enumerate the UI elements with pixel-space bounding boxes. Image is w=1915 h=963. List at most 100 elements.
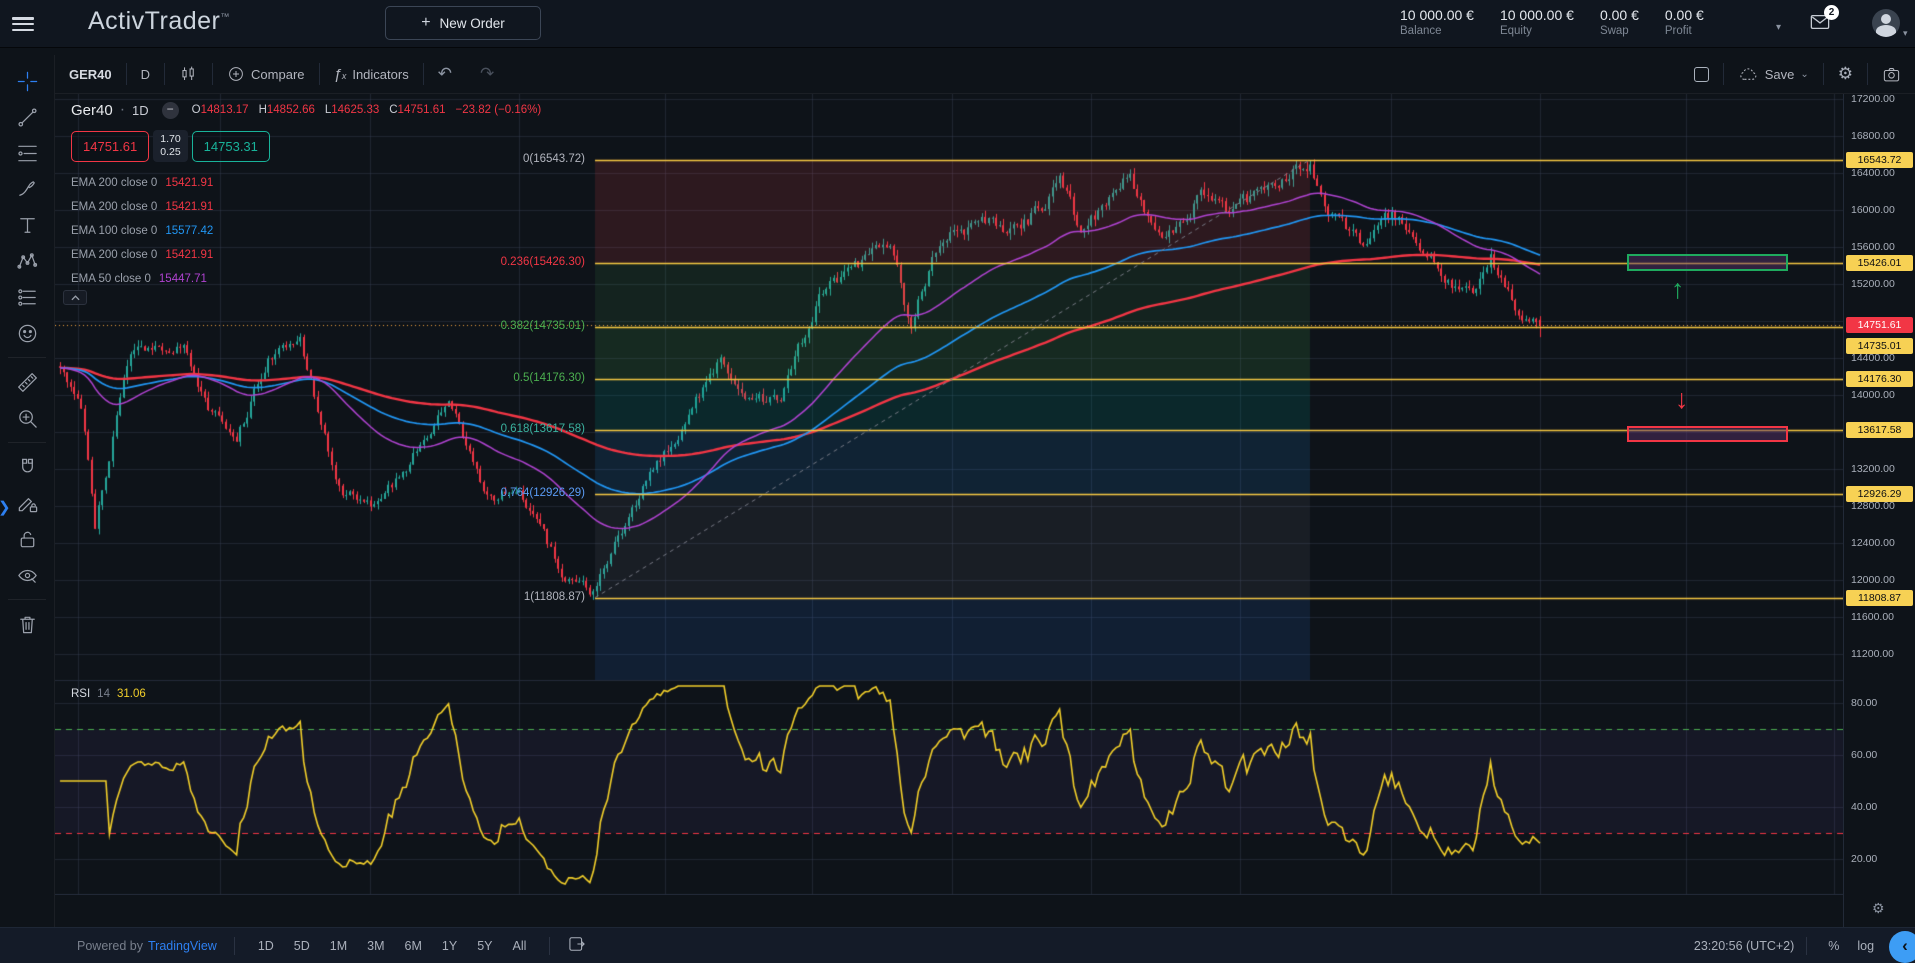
range-3m[interactable]: 3M xyxy=(361,936,390,956)
stat-value: 10 000.00 € xyxy=(1500,7,1574,23)
undo-icon[interactable]: ↶ xyxy=(424,55,466,93)
log-scale-button[interactable]: log xyxy=(1848,939,1883,953)
collapse-symbol-icon[interactable]: − xyxy=(162,102,179,119)
price-axis-label: 16000.00 xyxy=(1851,204,1895,216)
chevron-down-icon[interactable]: ▾ xyxy=(1776,22,1781,33)
drawing-arrow-up[interactable]: ↑ xyxy=(1671,276,1685,303)
magnet-icon[interactable] xyxy=(0,449,55,485)
hide-icon[interactable] xyxy=(0,557,55,593)
chevron-down-icon: ⌄ xyxy=(1800,69,1808,80)
stat-value: 10 000.00 € xyxy=(1400,7,1474,23)
price-axis-label: 11600.00 xyxy=(1851,611,1894,623)
chart-area[interactable]: 0(16543.72)0.236(15426.30)0.382(14735.01… xyxy=(55,94,1843,895)
powered-by-label: Powered by xyxy=(77,939,143,953)
indicator-row-ema[interactable]: EMA 200 close 015421.91 xyxy=(71,171,541,195)
rsi-axis-label: 60.00 xyxy=(1851,749,1877,761)
clock-label[interactable]: 23:20:56 (UTC+2) xyxy=(1694,939,1794,953)
stat-value: 0.00 € xyxy=(1600,7,1639,23)
range-5d[interactable]: 5D xyxy=(288,936,316,956)
collapse-panel-button[interactable]: ‹ xyxy=(1889,931,1915,963)
zoom-in-icon[interactable] xyxy=(0,400,55,436)
stat-label: Equity xyxy=(1500,25,1574,37)
chart-legend: Ger40 · 1D − O14813.17H14852.66L14625.33… xyxy=(71,98,541,291)
trend-line-icon[interactable] xyxy=(0,99,55,135)
ruler-icon[interactable] xyxy=(0,364,55,400)
candles-style-icon[interactable] xyxy=(165,55,212,93)
avatar[interactable] xyxy=(1872,9,1900,37)
bottom-bar: Powered by TradingView 1D 5D 1M 3M 6M 1Y 5Y All… xyxy=(0,927,1915,963)
stat-label: Balance xyxy=(1400,25,1474,37)
lock-icon[interactable] xyxy=(0,521,55,557)
xabcd-pattern-icon[interactable] xyxy=(0,243,55,279)
ohlc-c: C14751.61 xyxy=(389,104,445,116)
stat-value: 0.00 € xyxy=(1665,7,1704,23)
forecast-icon[interactable] xyxy=(0,279,55,315)
camera-icon xyxy=(1882,65,1901,84)
drawing-rectangle[interactable] xyxy=(1627,426,1788,442)
price-axis-label: 15200.00 xyxy=(1851,278,1895,290)
range-5y[interactable]: 5Y xyxy=(471,936,498,956)
timeframe-button[interactable]: D xyxy=(127,55,164,93)
price-highlight-label: 14751.61 xyxy=(1846,317,1913,333)
indicators-button[interactable]: ƒx Indicators xyxy=(320,55,423,93)
redo-icon[interactable]: ↷ xyxy=(466,55,508,93)
price-axis-label: 12000.00 xyxy=(1851,574,1895,586)
chevron-down-icon[interactable]: ▾ xyxy=(1903,28,1908,39)
drawing-rectangle[interactable] xyxy=(1627,254,1788,271)
multi-chart-layout-button[interactable] xyxy=(1680,55,1723,93)
legend-symbol: Ger40 xyxy=(71,102,113,119)
indicator-row-ema[interactable]: EMA 200 close 015421.91 xyxy=(71,243,541,267)
price-highlight-label: 11808.87 xyxy=(1846,590,1913,606)
symbol-button[interactable]: GER40 xyxy=(55,55,126,93)
range-1y[interactable]: 1Y xyxy=(436,936,463,956)
ohlc-values: O14813.17H14852.66L14625.33C14751.61−23.… xyxy=(192,104,542,116)
price-axis-label: 13200.00 xyxy=(1851,463,1895,475)
range-6m[interactable]: 6M xyxy=(399,936,428,956)
notification-badge: 2 xyxy=(1824,5,1839,20)
price-highlight-label: 14735.01 xyxy=(1846,338,1913,354)
new-order-button[interactable]: + New Order xyxy=(385,6,541,40)
account-stat-swap: 0.00 €Swap xyxy=(1600,7,1639,37)
compare-button[interactable]: Compare xyxy=(213,55,318,93)
drawing-toolbar xyxy=(0,55,55,927)
date-ranges: 1D 5D 1M 3M 6M 1Y 5Y All xyxy=(252,936,533,956)
range-all[interactable]: All xyxy=(507,936,533,956)
screenshot-button[interactable] xyxy=(1868,55,1915,93)
tradingview-link[interactable]: TradingView xyxy=(148,939,217,953)
account-stats: 10 000.00 € Balance 10 000.00 € Equity 0.00 … xyxy=(1400,7,1704,37)
chart-toolbar: GER40 D Compare ƒx Indicators ↶ ↷ Save ⌄… xyxy=(55,55,1915,94)
change-value: −23.82 (−0.16%) xyxy=(456,104,542,116)
emoji-icon[interactable] xyxy=(0,315,55,351)
sell-button[interactable]: 14751.61 xyxy=(71,131,149,162)
range-1d[interactable]: 1D xyxy=(252,936,280,956)
settings-button[interactable]: ⚙ xyxy=(1824,55,1867,93)
rsi-legend: RSI 14 31.06 xyxy=(71,688,146,700)
function-icon: ƒx xyxy=(334,66,347,83)
crosshair-icon[interactable] xyxy=(0,63,55,99)
gear-icon[interactable]: ⚙ xyxy=(1872,900,1885,917)
indicator-row-ema[interactable]: EMA 200 close 015421.91 xyxy=(71,195,541,219)
price-highlight-label: 14176.30 xyxy=(1846,371,1913,387)
go-to-date-icon[interactable] xyxy=(567,934,587,957)
price-highlight-label: 15426.01 xyxy=(1846,255,1913,271)
brush-icon[interactable] xyxy=(0,171,55,207)
collapse-indicators-button[interactable] xyxy=(63,290,87,305)
indicator-row-ema[interactable]: EMA 100 close 015577.42 xyxy=(71,219,541,243)
price-axis-label: 15600.00 xyxy=(1851,241,1895,253)
percent-scale-button[interactable]: % xyxy=(1819,939,1848,953)
price-scale[interactable]: ⚙ 17200.0016800.0016400.0016000.0015600.… xyxy=(1843,94,1915,927)
account-stat-profit: 0.00 € Profit xyxy=(1665,7,1704,37)
save-button[interactable]: Save ⌄ xyxy=(1724,55,1823,93)
range-1m[interactable]: 1M xyxy=(324,936,353,956)
indicator-row-ema[interactable]: EMA 50 close 015447.71 xyxy=(71,267,541,291)
ohlc-l: L14625.33 xyxy=(325,104,379,116)
text-icon[interactable] xyxy=(0,207,55,243)
trash-icon[interactable] xyxy=(0,606,55,642)
drawing-arrow-down[interactable]: ↓ xyxy=(1675,386,1689,413)
price-axis-label: 16800.00 xyxy=(1851,130,1895,142)
stat-label: Profit xyxy=(1665,25,1704,37)
fib-retracement-icon[interactable] xyxy=(0,135,55,171)
menu-icon[interactable] xyxy=(12,14,34,32)
buy-button[interactable]: 14753.31 xyxy=(192,131,270,162)
panel-expander-icon[interactable]: ❯ xyxy=(0,498,11,516)
